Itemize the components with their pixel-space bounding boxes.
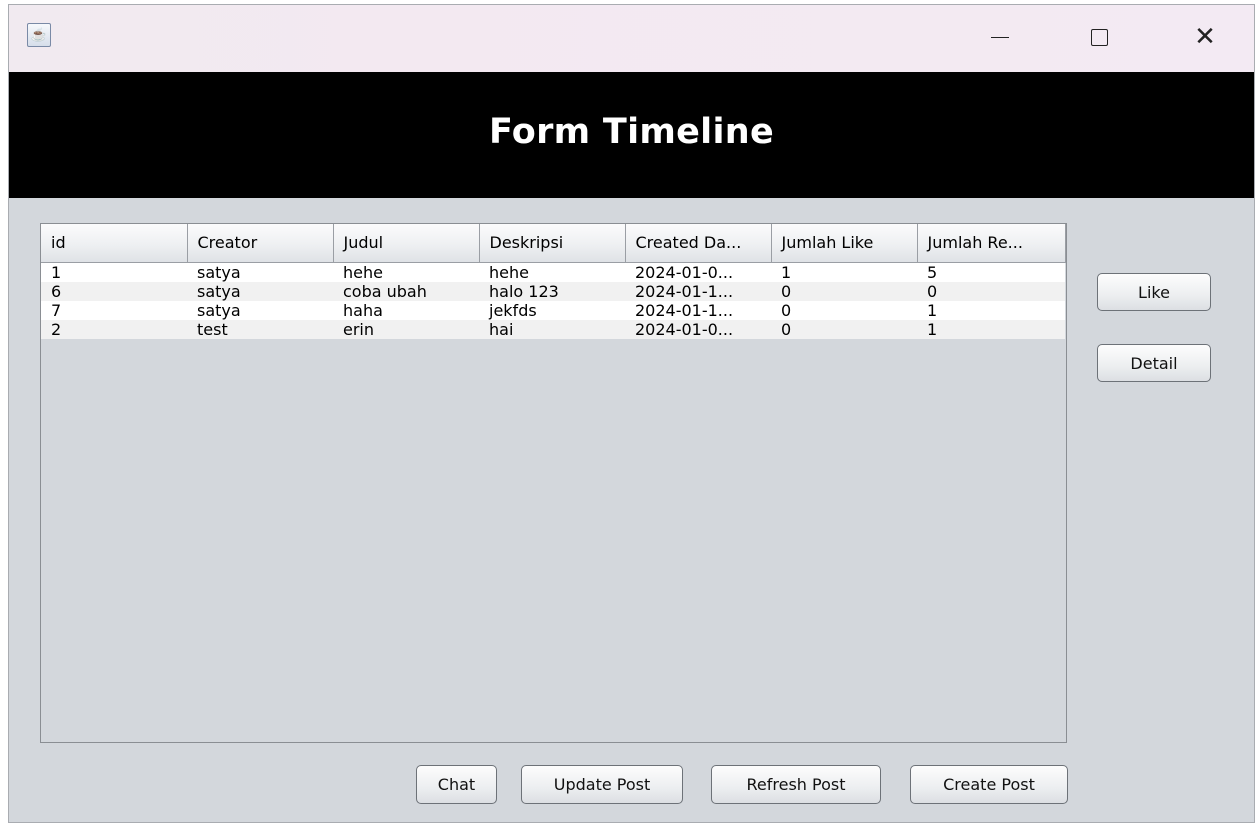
java-coffee-cup-icon[interactable]: ☕ — [27, 23, 51, 47]
maximize-button[interactable] — [1076, 19, 1122, 55]
column-header-judul[interactable]: Judul — [333, 224, 480, 263]
app-window: ☕ ✕ Form Timeline id Creator Judul Deskr… — [8, 4, 1255, 823]
table-cell[interactable]: test — [187, 319, 333, 339]
create-post-button[interactable]: Create Post — [910, 765, 1068, 804]
table-cell[interactable]: 7 — [41, 300, 187, 320]
refresh-post-button[interactable]: Refresh Post — [711, 765, 881, 804]
column-header-id[interactable]: id — [41, 224, 188, 263]
table-cell[interactable]: 1 — [917, 319, 1065, 339]
table-cell[interactable]: haha — [333, 300, 479, 320]
table-cell[interactable]: 0 — [771, 319, 917, 339]
maximize-icon — [1090, 28, 1108, 46]
table-cell[interactable]: 2024-01-1... — [625, 300, 771, 320]
table-cell[interactable]: hehe — [333, 262, 479, 282]
minimize-button[interactable] — [977, 19, 1023, 55]
detail-button[interactable]: Detail — [1097, 344, 1211, 382]
table-cell[interactable]: jekfds — [479, 300, 625, 320]
table-cell[interactable]: 2024-01-1... — [625, 281, 771, 301]
table-cell[interactable]: 0 — [771, 281, 917, 301]
table-cell[interactable]: 5 — [917, 262, 1065, 282]
table-cell[interactable]: 6 — [41, 281, 187, 301]
minimize-icon — [991, 36, 1009, 38]
table-row[interactable]: 7 satya haha jekfds 2024-01-1... 0 1 — [41, 300, 1065, 320]
table-row[interactable]: 1 satya hehe hehe 2024-01-0... 1 5 — [41, 262, 1065, 282]
timeline-table-scrollpane[interactable]: id Creator Judul Deskripsi Created Da...… — [40, 223, 1067, 743]
column-header-created-date[interactable]: Created Da... — [625, 224, 772, 263]
table-cell[interactable]: satya — [187, 300, 333, 320]
table-row[interactable]: 6 satya coba ubah halo 123 2024-01-1... … — [41, 281, 1065, 301]
table-cell[interactable]: 1 — [41, 262, 187, 282]
page-title: Form Timeline — [488, 112, 775, 152]
close-icon: ✕ — [1194, 22, 1216, 52]
chat-button[interactable]: Chat — [416, 765, 497, 804]
table-row[interactable]: 2 test erin hai 2024-01-0... 0 1 — [41, 319, 1065, 339]
table-cell[interactable]: 1 — [917, 300, 1065, 320]
update-post-button[interactable]: Update Post — [521, 765, 683, 804]
table-cell[interactable]: 0 — [917, 281, 1065, 301]
table-cell[interactable]: 2 — [41, 319, 187, 339]
timeline-table: id Creator Judul Deskripsi Created Da...… — [41, 224, 1066, 339]
table-cell[interactable]: coba ubah — [333, 281, 479, 301]
table-cell[interactable]: 2024-01-0... — [625, 319, 771, 339]
like-button[interactable]: Like — [1097, 273, 1211, 311]
table-cell[interactable]: satya — [187, 281, 333, 301]
title-bar[interactable]: ☕ ✕ — [9, 5, 1254, 72]
table-cell[interactable]: hai — [479, 319, 625, 339]
table-cell[interactable]: erin — [333, 319, 479, 339]
header-banner: Form Timeline — [9, 72, 1254, 198]
column-header-deskripsi[interactable]: Deskripsi — [479, 224, 626, 263]
table-header-row: id Creator Judul Deskripsi Created Da...… — [41, 224, 1066, 263]
table-cell[interactable]: satya — [187, 262, 333, 282]
table-cell[interactable]: 0 — [771, 300, 917, 320]
table-cell[interactable]: 1 — [771, 262, 917, 282]
column-header-jumlah-like[interactable]: Jumlah Like — [771, 224, 918, 263]
column-header-jumlah-reply[interactable]: Jumlah Re... — [917, 224, 1066, 263]
table-cell[interactable]: 2024-01-0... — [625, 262, 771, 282]
table-cell[interactable]: hehe — [479, 262, 625, 282]
table-cell[interactable]: halo 123 — [479, 281, 625, 301]
column-header-creator[interactable]: Creator — [187, 224, 334, 263]
close-button[interactable]: ✕ — [1182, 19, 1228, 55]
